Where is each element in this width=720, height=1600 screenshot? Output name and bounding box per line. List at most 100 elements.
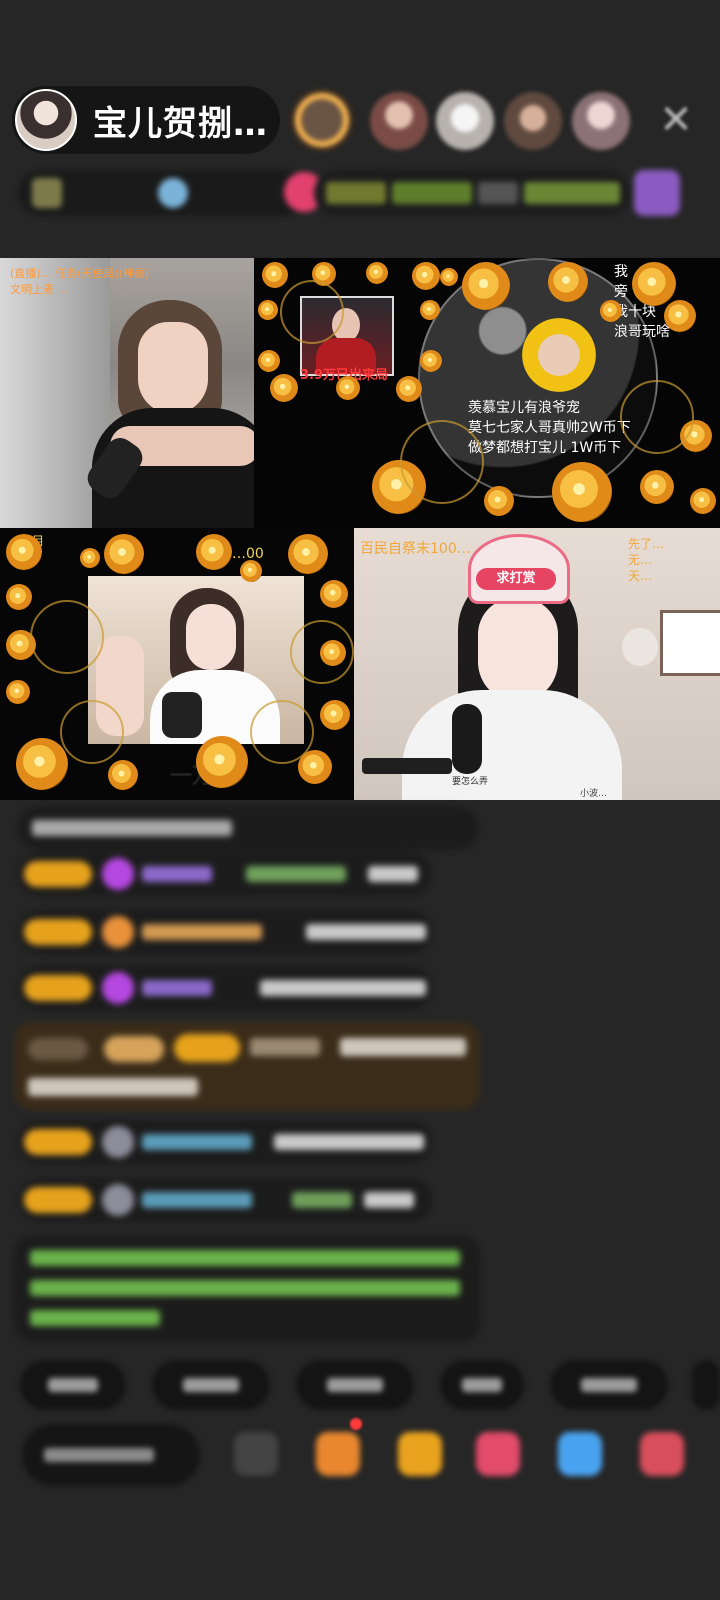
level-badge bbox=[24, 975, 92, 1001]
room-stats-pill[interactable] bbox=[18, 170, 324, 216]
tile-4-caption: 百民自祭末100… bbox=[360, 541, 471, 557]
chat-message[interactable] bbox=[18, 910, 432, 954]
teddy-bear bbox=[622, 628, 658, 666]
streamer-4-face bbox=[478, 598, 558, 702]
rose-icon bbox=[548, 262, 588, 302]
viewer-avatar[interactable] bbox=[436, 92, 494, 150]
host-name: 宝儿贺捌… bbox=[93, 103, 268, 144]
chat-message[interactable] bbox=[18, 1120, 432, 1164]
chat-message[interactable] bbox=[18, 1178, 432, 1222]
host-avatar[interactable] bbox=[15, 89, 77, 151]
treasure-icon[interactable] bbox=[398, 1432, 442, 1476]
gem-icon bbox=[102, 858, 134, 890]
rose-icon bbox=[80, 548, 100, 568]
rose-icon bbox=[440, 268, 458, 286]
gem-icon bbox=[102, 916, 134, 948]
rose-icon bbox=[632, 262, 676, 306]
more-icon[interactable] bbox=[634, 170, 680, 216]
rose-icon bbox=[258, 300, 278, 320]
rose-icon bbox=[108, 760, 138, 790]
tile-4-subtitle: 要怎么弄 bbox=[452, 777, 489, 787]
rose-icon bbox=[6, 584, 32, 610]
gift-box-icon[interactable] bbox=[316, 1432, 360, 1476]
quick-reply-chip[interactable] bbox=[152, 1360, 270, 1410]
rose-icon bbox=[600, 300, 622, 322]
shop-icon[interactable] bbox=[640, 1432, 684, 1476]
rose-icon bbox=[196, 534, 232, 570]
rose-icon bbox=[412, 262, 440, 290]
streamer-3-face bbox=[186, 604, 236, 670]
viewer-avatar[interactable] bbox=[370, 92, 428, 150]
badge-icon bbox=[158, 178, 188, 208]
tile-4-caption-right: 先了… 无… 天… bbox=[628, 537, 665, 583]
comment-input[interactable] bbox=[22, 1424, 200, 1486]
level-badge bbox=[24, 1129, 92, 1155]
chat-message[interactable] bbox=[18, 966, 432, 1010]
share-icon[interactable] bbox=[558, 1432, 602, 1476]
microphone-icon bbox=[452, 704, 482, 774]
close-icon[interactable]: ✕ bbox=[656, 100, 696, 140]
rose-icon bbox=[262, 262, 288, 288]
chat-message[interactable] bbox=[18, 852, 432, 896]
quick-reply-chip[interactable] bbox=[440, 1360, 524, 1410]
rose-icon bbox=[484, 486, 514, 516]
quick-reply-chip[interactable] bbox=[692, 1360, 720, 1410]
chat-notice bbox=[14, 1236, 480, 1342]
vine-decoration bbox=[620, 380, 694, 454]
room-tags-pill[interactable] bbox=[314, 170, 630, 216]
wall-frame bbox=[660, 610, 720, 676]
vine-decoration bbox=[60, 700, 124, 764]
level-badge bbox=[24, 861, 92, 887]
streamer-1-face bbox=[138, 322, 208, 414]
vine-decoration bbox=[250, 700, 314, 764]
rose-icon bbox=[6, 534, 42, 570]
rose-icon bbox=[396, 376, 422, 402]
rose-icon bbox=[552, 462, 612, 522]
tile-4-subtitle: 小波… bbox=[580, 789, 608, 799]
rose-icon bbox=[270, 374, 298, 402]
rose-icon bbox=[366, 262, 388, 284]
rose-icon bbox=[104, 534, 144, 574]
rose-icon bbox=[320, 580, 348, 608]
gem-icon bbox=[102, 1184, 134, 1216]
quick-reply-chip[interactable] bbox=[550, 1360, 668, 1410]
rose-icon bbox=[16, 738, 68, 790]
viewer-avatar[interactable] bbox=[504, 92, 562, 150]
vine-decoration bbox=[290, 620, 354, 684]
vine-decoration bbox=[400, 420, 484, 504]
hat-sticker-label: 求打赏 bbox=[476, 568, 556, 590]
rose-icon bbox=[320, 700, 350, 730]
rose-icon bbox=[240, 560, 262, 582]
rose-icon bbox=[664, 300, 696, 332]
level-badge bbox=[24, 919, 92, 945]
quick-reply-chip[interactable] bbox=[20, 1360, 126, 1410]
quick-reply-chip[interactable] bbox=[296, 1360, 414, 1410]
emoji-icon[interactable] bbox=[234, 1432, 278, 1476]
chat-gift-message[interactable] bbox=[14, 1022, 480, 1110]
streamer-4-body bbox=[402, 690, 622, 800]
rose-icon bbox=[336, 376, 360, 400]
rose-icon bbox=[6, 680, 30, 704]
rose-icon bbox=[462, 262, 510, 310]
microphone-icon bbox=[162, 692, 202, 738]
chat-system-line bbox=[18, 806, 478, 850]
rose-icon bbox=[196, 736, 248, 788]
rose-icon bbox=[258, 350, 280, 372]
gem-icon bbox=[102, 972, 134, 1004]
viewer-avatar[interactable] bbox=[290, 88, 354, 152]
rank-icon bbox=[32, 178, 62, 208]
rose-icon bbox=[288, 534, 328, 574]
level-badge bbox=[24, 1187, 92, 1213]
rose-icon bbox=[420, 350, 442, 372]
rose-icon bbox=[690, 488, 716, 514]
rose-icon bbox=[640, 470, 674, 504]
quick-reply-bar bbox=[0, 1360, 720, 1410]
sunflower-avatar bbox=[538, 334, 580, 376]
notification-dot bbox=[350, 1418, 362, 1430]
host-info-pill[interactable]: 宝儿贺捌… bbox=[12, 86, 280, 154]
viewer-avatar[interactable] bbox=[572, 92, 630, 150]
heart-gift-icon[interactable] bbox=[476, 1432, 520, 1476]
tile-1-caption: (直播)… 任务(天使局)(神豪) 文明上麦 … bbox=[10, 267, 150, 296]
mic-arm bbox=[362, 758, 452, 774]
tile-2-bubble-text: 羡慕宝儿有浪爷宠 莫七七家人哥真帅2W币下 做梦都想打宝儿 1W币下 bbox=[468, 400, 631, 456]
